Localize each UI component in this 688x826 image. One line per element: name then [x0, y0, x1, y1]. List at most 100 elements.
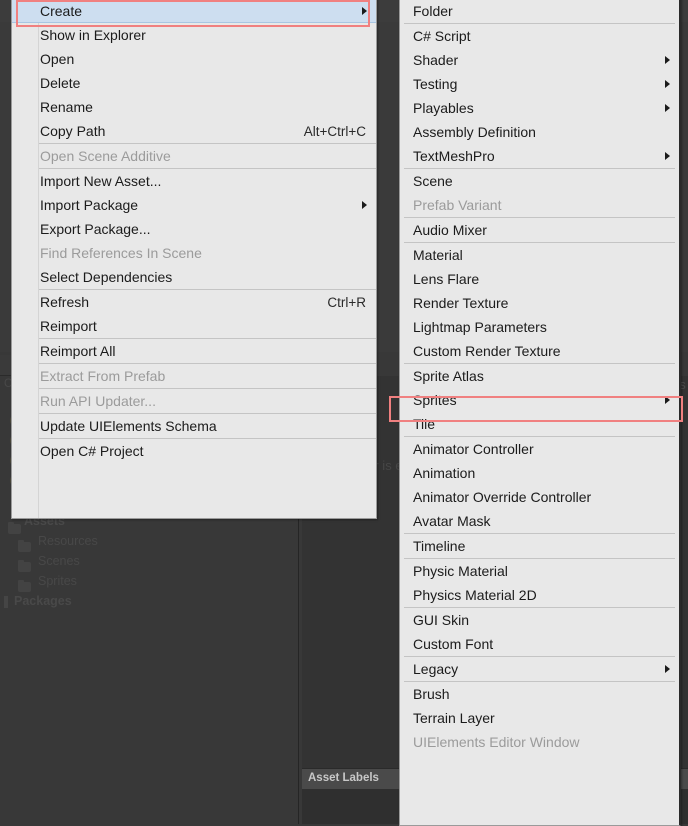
menu-item-extract-from-prefab: Extract From Prefab — [12, 364, 376, 388]
menu-item-reimport-all[interactable]: Reimport All — [12, 339, 376, 363]
create-item-animation[interactable]: Animation — [400, 461, 679, 485]
create-item-custom-font[interactable]: Custom Font — [400, 632, 679, 656]
menu-item-delete[interactable]: Delete — [12, 71, 376, 95]
menu-item-import-package[interactable]: Import Package — [12, 193, 376, 217]
menu-item-show-in-explorer[interactable]: Show in Explorer — [12, 23, 376, 47]
chevron-right-icon — [665, 104, 670, 112]
menu-item-label: Custom Font — [413, 636, 494, 652]
menu-item-rename[interactable]: Rename — [12, 95, 376, 119]
project-context-menu[interactable]: Create Show in Explorer Open Delete Rena… — [11, 0, 377, 519]
menu-item-open-csharp-project[interactable]: Open C# Project — [12, 439, 376, 463]
create-item-material[interactable]: Material — [400, 243, 679, 267]
create-item-timeline[interactable]: Timeline — [400, 534, 679, 558]
menu-item-label: Reimport — [40, 318, 97, 334]
create-item-sprite-atlas[interactable]: Sprite Atlas — [400, 364, 679, 388]
menu-item-label: Testing — [413, 76, 458, 92]
create-item-legacy[interactable]: Legacy — [400, 657, 679, 681]
menu-item-label: Terrain Layer — [413, 710, 495, 726]
menu-item-reimport[interactable]: Reimport — [12, 314, 376, 338]
menu-item-label: GUI Skin — [413, 612, 470, 628]
create-item-gui-skin[interactable]: GUI Skin — [400, 608, 679, 632]
menu-item-label: Animator Override Controller — [413, 489, 592, 505]
create-item-brush[interactable]: Brush — [400, 682, 679, 706]
tree-item-sprites[interactable]: Sprites — [38, 574, 77, 588]
create-item-scene[interactable]: Scene — [400, 169, 679, 193]
create-item-avatar-mask[interactable]: Avatar Mask — [400, 509, 679, 533]
menu-item-label: Show in Explorer — [40, 27, 146, 43]
create-submenu[interactable]: Folder C# Script Shader Testing Playable… — [399, 0, 681, 826]
create-item-custom-render-texture[interactable]: Custom Render Texture — [400, 339, 679, 363]
create-item-audio-mixer[interactable]: Audio Mixer — [400, 218, 679, 242]
chevron-right-icon — [665, 665, 670, 673]
menu-item-label: Lightmap Parameters — [413, 319, 547, 335]
menu-item-open-scene-additive: Open Scene Additive — [12, 144, 376, 168]
create-item-testing[interactable]: Testing — [400, 72, 679, 96]
create-item-lens-flare[interactable]: Lens Flare — [400, 267, 679, 291]
create-item-folder[interactable]: Folder — [400, 0, 679, 23]
menu-item-label: Animation — [413, 465, 476, 481]
create-item-csharp-script[interactable]: C# Script — [400, 24, 679, 48]
chevron-right-icon — [665, 80, 670, 88]
menu-item-label: Physic Material — [413, 563, 508, 579]
menu-item-label: Update UIElements Schema — [40, 418, 217, 434]
create-item-animator-override-controller[interactable]: Animator Override Controller — [400, 485, 679, 509]
menu-item-update-uielements-schema[interactable]: Update UIElements Schema — [12, 414, 376, 438]
menu-item-label: Legacy — [413, 661, 459, 677]
tree-item-resources[interactable]: Resources — [38, 534, 98, 548]
menu-item-select-dependencies[interactable]: Select Dependencies — [12, 265, 376, 289]
create-item-uielements-editor-window: UIElements Editor Window — [400, 730, 679, 754]
tree-item-scenes[interactable]: Scenes — [38, 554, 80, 568]
menu-item-label: Tile — [413, 416, 436, 432]
menu-item-label: Lens Flare — [413, 271, 480, 287]
create-item-textmeshpro[interactable]: TextMeshPro — [400, 144, 679, 168]
menu-item-label: Render Texture — [413, 295, 509, 311]
menu-item-shortcut: Ctrl+R — [327, 294, 366, 310]
create-item-physic-material[interactable]: Physic Material — [400, 559, 679, 583]
create-item-shader[interactable]: Shader — [400, 48, 679, 72]
create-item-terrain-layer[interactable]: Terrain Layer — [400, 706, 679, 730]
menu-item-label: Custom Render Texture — [413, 343, 561, 359]
create-item-sprites[interactable]: Sprites — [400, 388, 679, 412]
create-item-assembly-definition[interactable]: Assembly Definition — [400, 120, 679, 144]
menu-item-label: Copy Path — [40, 123, 106, 139]
menu-item-label: Export Package... — [40, 221, 151, 237]
menu-item-export-package[interactable]: Export Package... — [12, 217, 376, 241]
asset-labels-title: Asset Labels — [308, 772, 379, 784]
menu-item-label: Refresh — [40, 294, 90, 310]
package-icon — [4, 596, 8, 608]
create-item-playables[interactable]: Playables — [400, 96, 679, 120]
create-item-render-texture[interactable]: Render Texture — [400, 291, 679, 315]
menu-item-label: UIElements Editor Window — [413, 734, 580, 750]
menu-item-label: Open — [40, 51, 75, 67]
chevron-right-icon — [665, 56, 670, 64]
tree-item-packages[interactable]: Packages — [14, 594, 72, 608]
menu-item-label: Physics Material 2D — [413, 587, 537, 603]
menu-item-copy-path[interactable]: Copy Path Alt+Ctrl+C — [12, 119, 376, 143]
menu-item-label: Prefab Variant — [413, 197, 502, 213]
create-item-physics-material-2d[interactable]: Physics Material 2D — [400, 583, 679, 607]
chevron-right-icon — [362, 201, 367, 209]
menu-item-label: Rename — [40, 99, 93, 115]
folder-icon — [18, 559, 31, 572]
menu-item-label: TextMeshPro — [413, 148, 495, 164]
menu-item-label: Import Package — [40, 197, 139, 213]
create-item-animator-controller[interactable]: Animator Controller — [400, 437, 679, 461]
menu-item-label: Reimport All — [40, 343, 116, 359]
menu-item-label: Open C# Project — [40, 443, 144, 459]
create-item-lightmap-parameters[interactable]: Lightmap Parameters — [400, 315, 679, 339]
menu-item-open[interactable]: Open — [12, 47, 376, 71]
menu-item-import-new-asset[interactable]: Import New Asset... — [12, 169, 376, 193]
menu-item-label: Scene — [413, 173, 453, 189]
menu-item-refresh[interactable]: Refresh Ctrl+R — [12, 290, 376, 314]
menu-item-create[interactable]: Create — [12, 0, 376, 23]
menu-item-label: Extract From Prefab — [40, 368, 166, 384]
create-item-tile[interactable]: Tile — [400, 412, 679, 436]
menu-item-label: Timeline — [413, 538, 466, 554]
menu-item-label: Animator Controller — [413, 441, 534, 457]
folder-icon — [8, 521, 21, 534]
menu-item-label: Avatar Mask — [413, 513, 491, 529]
menu-item-shortcut: Alt+Ctrl+C — [303, 123, 366, 139]
menu-item-label: Folder — [413, 3, 453, 19]
menu-item-label: Delete — [40, 75, 81, 91]
create-item-prefab-variant: Prefab Variant — [400, 193, 679, 217]
